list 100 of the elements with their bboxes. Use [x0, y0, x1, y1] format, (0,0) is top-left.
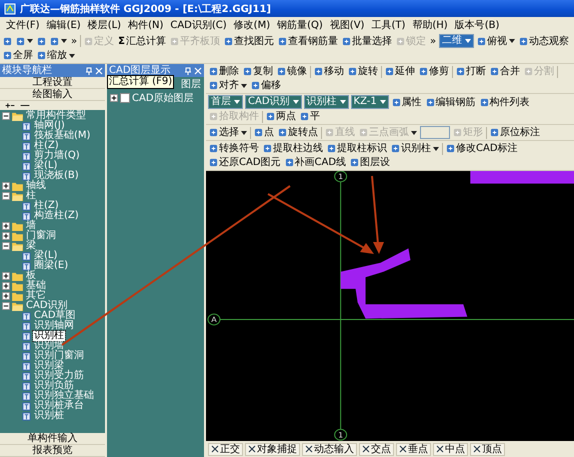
menu-item[interactable]: 楼层(L): [88, 18, 122, 32]
tree-item[interactable]: 识别桩: [33, 411, 65, 421]
toolbar-button[interactable]: 缩放: [36, 49, 76, 62]
tree-item[interactable]: 识别负筋: [33, 381, 75, 391]
toolbar-button[interactable]: 原位标注: [489, 126, 541, 139]
toolbar-button[interactable]: 识别柱: [390, 142, 440, 155]
menu-item[interactable]: 帮助(H): [412, 18, 448, 32]
toolbar-button[interactable]: 动态观察: [518, 34, 570, 48]
expand-all-icon[interactable]: [4, 102, 16, 109]
dropdown-field[interactable]: 识别柱: [304, 95, 349, 109]
toolbar-button[interactable]: 查看钢筋量: [276, 34, 339, 48]
toolbar-button[interactable]: 延伸: [384, 65, 416, 78]
toolbar-button[interactable]: 删除: [208, 65, 240, 78]
tree-item[interactable]: 轴线: [25, 181, 47, 191]
tree-item[interactable]: 柱(Z): [33, 201, 60, 211]
snap-button[interactable]: 对象捕捉: [245, 442, 300, 456]
pin-icon[interactable]: [85, 66, 93, 74]
expand-toggle[interactable]: [2, 242, 10, 250]
tree-item[interactable]: 剪力墙(Q): [33, 151, 81, 161]
tree-item[interactable]: 识别梁: [33, 361, 65, 371]
toolbar-button[interactable]: 点: [253, 126, 275, 139]
expand-toggle[interactable]: [2, 232, 10, 240]
close-icon[interactable]: [95, 66, 103, 74]
expand-toggle[interactable]: [2, 282, 10, 290]
section-button[interactable]: 工程设置: [0, 77, 105, 89]
snap-button[interactable]: 中点: [433, 442, 468, 456]
collapse-all-icon[interactable]: [19, 102, 31, 109]
expand-toggle[interactable]: [2, 192, 10, 200]
menu-item[interactable]: 钢筋量(Q): [277, 18, 323, 32]
toolbar-button[interactable]: 镜像: [276, 65, 308, 78]
toolbar-button[interactable]: 选择: [208, 126, 248, 139]
section-button[interactable]: 报表预览: [0, 445, 105, 457]
toolbar-button[interactable]: 旋转点: [277, 126, 319, 139]
expand-toggle[interactable]: [2, 272, 10, 280]
tree-item[interactable]: 轴网(J): [33, 121, 66, 131]
tree-item[interactable]: 识别独立基础: [33, 391, 95, 401]
tree-item[interactable]: 识别受力筋: [33, 371, 85, 381]
tree-item[interactable]: 板: [25, 271, 37, 281]
tree-item[interactable]: 识别轴网: [33, 321, 75, 331]
expand-toggle[interactable]: [2, 302, 10, 310]
toolbar-button[interactable]: 属性: [390, 96, 423, 108]
toolbar-button[interactable]: 修剪: [418, 65, 450, 78]
view-dropdown[interactable]: 二维: [439, 34, 474, 48]
toolbar-button[interactable]: 旋转: [347, 65, 379, 78]
pin-icon[interactable]: [184, 66, 192, 74]
section-button[interactable]: 单构件输入: [0, 433, 105, 445]
toolbar-button[interactable]: 偏移: [250, 79, 282, 92]
expand-toggle[interactable]: [2, 292, 10, 300]
toolbar-button[interactable]: 修改CAD标注: [445, 142, 519, 155]
tree-item[interactable]: CAD识别: [25, 301, 69, 311]
tree-item[interactable]: 梁(L): [33, 161, 58, 171]
dropdown-field[interactable]: 首层: [208, 95, 243, 109]
tree-item[interactable]: 构造柱(Z): [33, 211, 80, 221]
menu-item[interactable]: 工具(T): [371, 18, 406, 32]
menu-item[interactable]: 编辑(E): [46, 18, 81, 32]
menu-item[interactable]: 视图(V): [330, 18, 364, 32]
menu-item[interactable]: 构件(N): [128, 18, 164, 32]
snap-button[interactable]: 顶点: [470, 442, 505, 456]
toolbar-button[interactable]: Σ汇总计算: [117, 34, 167, 48]
toolbar-button[interactable]: 平: [299, 110, 321, 123]
overflow-button[interactable]: »: [70, 34, 78, 48]
tree-item[interactable]: 识别桩承台: [33, 401, 85, 411]
toolbar-button[interactable]: 提取柱边线: [262, 142, 324, 155]
icon-button[interactable]: [15, 36, 34, 46]
toolbar-button[interactable]: 俯视: [476, 34, 516, 48]
toolbar-button[interactable]: 批量选择: [340, 34, 393, 48]
toolbar-button[interactable]: 合并: [489, 65, 521, 78]
dropdown-field[interactable]: KZ-1: [350, 95, 389, 109]
menu-item[interactable]: 修改(M): [234, 18, 270, 32]
expand-toggle[interactable]: [2, 112, 10, 120]
section-button[interactable]: 绘图输入: [0, 89, 105, 101]
toolbar-button[interactable]: 提取柱标识: [326, 142, 388, 155]
tree-item[interactable]: 门窗洞: [25, 231, 57, 241]
tree-item[interactable]: 现浇板(B): [33, 171, 80, 181]
snap-button[interactable]: 动态输入: [302, 442, 357, 456]
toolbar-button[interactable]: 打断: [455, 65, 487, 78]
tree-item[interactable]: 柱: [25, 191, 37, 201]
toolbar-button[interactable]: 两点: [265, 110, 297, 123]
menu-item[interactable]: 文件(F): [6, 18, 40, 32]
expand-toggle[interactable]: [2, 182, 10, 190]
tree-item[interactable]: 圈梁(E): [33, 261, 70, 271]
toolbar-button[interactable]: 构件列表: [478, 96, 531, 108]
menu-item[interactable]: 版本号(B): [454, 18, 500, 32]
toolbar-button[interactable]: 转换符号: [208, 142, 260, 155]
snap-button[interactable]: 垂点: [396, 442, 431, 456]
menu-item[interactable]: CAD识别(C): [170, 18, 227, 32]
toolbar-button[interactable]: 移动: [313, 65, 345, 78]
expand-toggle[interactable]: [110, 94, 118, 102]
toolbar-button[interactable]: 图层设: [349, 156, 392, 169]
tree-item[interactable]: 常用构件类型: [25, 111, 87, 121]
tree-item[interactable]: 其它: [25, 291, 47, 301]
tree-item[interactable]: CAD草图: [33, 311, 77, 321]
tree-item[interactable]: 梁(L): [33, 251, 58, 261]
toolbar-button[interactable]: 复制: [242, 65, 274, 78]
tree-item[interactable]: 筏板基础(M): [33, 131, 92, 141]
snap-button[interactable]: 正交: [208, 442, 243, 456]
checkbox[interactable]: [120, 93, 130, 103]
tree-item[interactable]: 梁: [25, 241, 37, 251]
tree-item[interactable]: 识别门窗洞: [33, 351, 85, 361]
tree-item[interactable]: 柱(Z): [33, 141, 60, 151]
